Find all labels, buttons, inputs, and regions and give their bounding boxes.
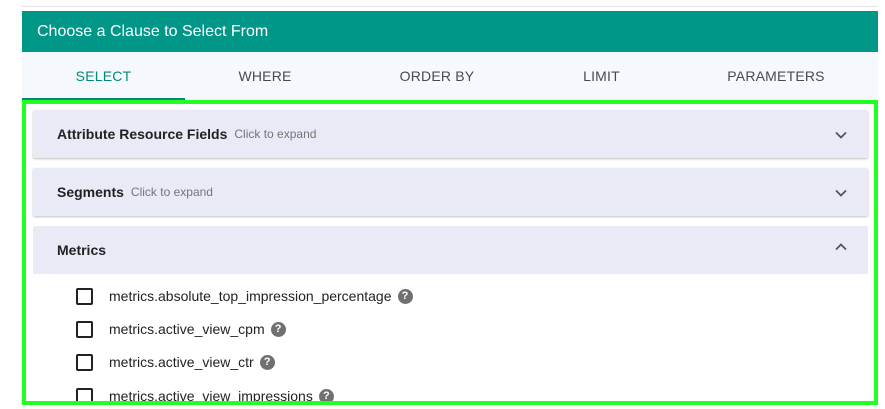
help-icon[interactable]: ? — [259, 354, 275, 370]
help-icon[interactable]: ? — [318, 388, 334, 401]
chevron-up-icon[interactable] — [834, 240, 848, 254]
metric-checkbox[interactable] — [76, 387, 93, 401]
list-item: metrics.active_view_cpm ? — [76, 318, 286, 340]
tab-parameters-label: PARAMETERS — [727, 68, 825, 84]
tab-where-label: WHERE — [238, 68, 292, 84]
tab-select-label: SELECT — [75, 68, 132, 84]
tab-limit[interactable]: LIMIT — [529, 52, 674, 100]
clause-header: Choose a Clause to Select From — [22, 11, 878, 52]
chevron-down-icon[interactable] — [834, 128, 848, 142]
accordion-title: Attribute Resource Fields — [57, 126, 228, 142]
metric-label: metrics.active_view_impressions — [109, 388, 313, 404]
tab-select[interactable]: SELECT — [22, 52, 185, 100]
chevron-down-icon[interactable] — [834, 186, 848, 200]
accordion-hint: Click to expand — [234, 127, 317, 141]
tab-order-by-label: ORDER BY — [399, 68, 475, 84]
select-panel: Attribute Resource Fields Click to expan… — [22, 100, 878, 405]
accordion-hint: Click to expand — [130, 185, 213, 199]
help-icon[interactable]: ? — [270, 321, 286, 337]
accordion-metrics[interactable]: Metrics — [33, 226, 868, 274]
metric-label: metrics.active_view_ctr — [109, 354, 254, 370]
list-item: metrics.absolute_top_impression_percenta… — [76, 285, 413, 307]
tab-limit-label: LIMIT — [583, 68, 620, 84]
metric-checkbox[interactable] — [76, 320, 93, 338]
clause-header-title: Choose a Clause to Select From — [37, 22, 269, 40]
tab-parameters[interactable]: PARAMETERS — [674, 52, 878, 100]
metric-checkbox[interactable] — [76, 353, 93, 371]
tab-order-by[interactable]: ORDER BY — [345, 52, 529, 100]
accordion-attribute-resource-fields[interactable]: Attribute Resource Fields Click to expan… — [33, 110, 868, 158]
metric-checkbox[interactable] — [76, 287, 93, 305]
top-divider — [22, 6, 878, 7]
accordion-title: Metrics — [57, 242, 107, 258]
list-item: metrics.active_view_impressions ? — [76, 385, 334, 404]
help-icon[interactable]: ? — [397, 288, 413, 304]
accordion-segments[interactable]: Segments Click to expand — [33, 168, 868, 216]
tab-where[interactable]: WHERE — [185, 52, 345, 100]
metric-label: metrics.active_view_cpm — [109, 321, 265, 337]
list-item: metrics.active_view_ctr ? — [76, 351, 275, 373]
clause-tabs: SELECT WHERE ORDER BY LIMIT PARAMETERS — [22, 52, 878, 100]
accordion-title: Segments — [57, 184, 124, 200]
metric-label: metrics.absolute_top_impression_percenta… — [109, 288, 392, 304]
